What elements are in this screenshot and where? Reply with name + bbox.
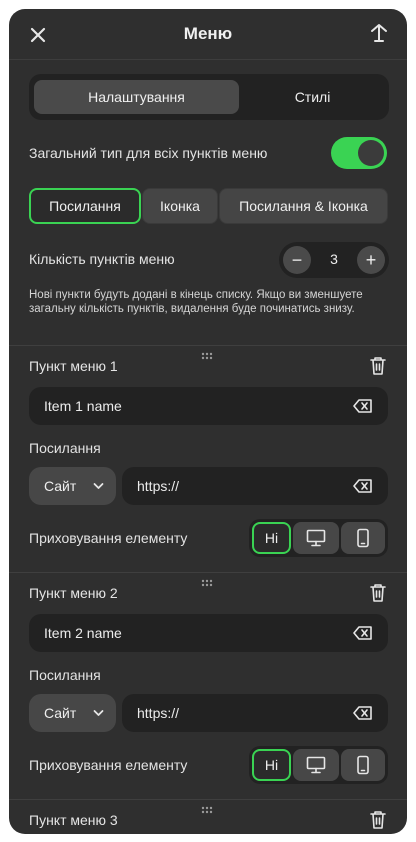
count-stepper: − 3 + xyxy=(279,242,389,278)
item-name-value: Item 2 name xyxy=(44,625,122,641)
tab-bar: Налаштування Стилі xyxy=(29,74,389,120)
item-divider xyxy=(9,799,407,800)
decrement-button[interactable]: − xyxy=(283,246,311,274)
general-type-label: Загальний тип для всіх пунктів меню xyxy=(29,145,268,161)
link-type-option-icon[interactable]: Іконка xyxy=(142,188,218,224)
link-type-select[interactable]: Сайт xyxy=(29,467,116,505)
item-name-value: Item 1 name xyxy=(44,398,122,414)
export-icon[interactable] xyxy=(369,23,389,45)
panel-title: Меню xyxy=(183,24,233,43)
link-type-option-link[interactable]: Посилання xyxy=(29,188,141,224)
count-label: Кількість пунктів меню xyxy=(29,251,175,267)
mobile-icon xyxy=(357,755,369,775)
desktop-icon xyxy=(306,529,326,547)
item-divider xyxy=(9,345,407,346)
link-type-segmented: Посилання Іконка Посилання & Іконка xyxy=(29,188,388,224)
link-type-select[interactable]: Сайт xyxy=(29,694,116,732)
chevron-down-icon xyxy=(93,483,104,489)
drag-handle-icon[interactable] xyxy=(201,352,217,360)
hide-none-option[interactable]: Ні xyxy=(252,749,291,781)
clear-icon[interactable] xyxy=(353,705,373,721)
hide-element-label: Приховування елементу xyxy=(29,757,188,773)
count-value: 3 xyxy=(330,251,338,267)
drag-handle-icon[interactable] xyxy=(201,579,217,587)
item-divider xyxy=(9,572,407,573)
link-type-value: Сайт xyxy=(44,478,77,494)
tab-styles[interactable]: Стилі xyxy=(241,80,384,114)
clear-icon[interactable] xyxy=(353,625,373,641)
trash-icon[interactable] xyxy=(369,356,387,376)
item-name-input[interactable]: Item 1 name xyxy=(29,387,388,425)
link-type-value: Сайт xyxy=(44,705,77,721)
visibility-segmented: Ні xyxy=(249,519,388,557)
item-title: Пункт меню 2 xyxy=(29,585,118,601)
url-input[interactable]: https:// xyxy=(122,467,388,505)
clear-icon[interactable] xyxy=(353,398,373,414)
general-type-toggle[interactable] xyxy=(331,137,387,169)
link-label: Посилання xyxy=(29,667,101,683)
panel-header: Меню xyxy=(9,9,407,59)
hide-desktop-option[interactable] xyxy=(293,749,339,781)
link-label: Посилання xyxy=(29,440,101,456)
trash-icon[interactable] xyxy=(369,583,387,603)
chevron-down-icon xyxy=(93,710,104,716)
toggle-knob xyxy=(358,140,384,166)
hide-none-option[interactable]: Ні xyxy=(252,522,291,554)
item-name-input[interactable]: Item 2 name xyxy=(29,614,388,652)
hide-mobile-option[interactable] xyxy=(341,749,385,781)
drag-handle-icon[interactable] xyxy=(201,806,217,814)
item-title: Пункт меню 1 xyxy=(29,358,118,374)
visibility-segmented: Ні xyxy=(249,746,388,784)
header-divider xyxy=(9,59,407,60)
url-value: https:// xyxy=(137,478,180,494)
tab-settings[interactable]: Налаштування xyxy=(34,80,239,114)
hide-mobile-option[interactable] xyxy=(341,522,385,554)
menu-settings-panel: Меню Налаштування Стилі Загальний тип дл… xyxy=(9,9,407,834)
count-note: Нові пункти будуть додані в кінець списк… xyxy=(29,289,363,315)
url-input[interactable]: https:// xyxy=(122,694,388,732)
clear-icon[interactable] xyxy=(353,478,373,494)
hide-element-label: Приховування елементу xyxy=(29,530,188,546)
hide-desktop-option[interactable] xyxy=(293,522,339,554)
link-type-option-link-icon[interactable]: Посилання & Іконка xyxy=(219,188,388,224)
url-value: https:// xyxy=(137,705,180,721)
item-title: Пункт меню 3 xyxy=(29,812,118,828)
mobile-icon xyxy=(357,528,369,548)
desktop-icon xyxy=(306,756,326,774)
trash-icon[interactable] xyxy=(369,810,387,830)
increment-button[interactable]: + xyxy=(357,246,385,274)
